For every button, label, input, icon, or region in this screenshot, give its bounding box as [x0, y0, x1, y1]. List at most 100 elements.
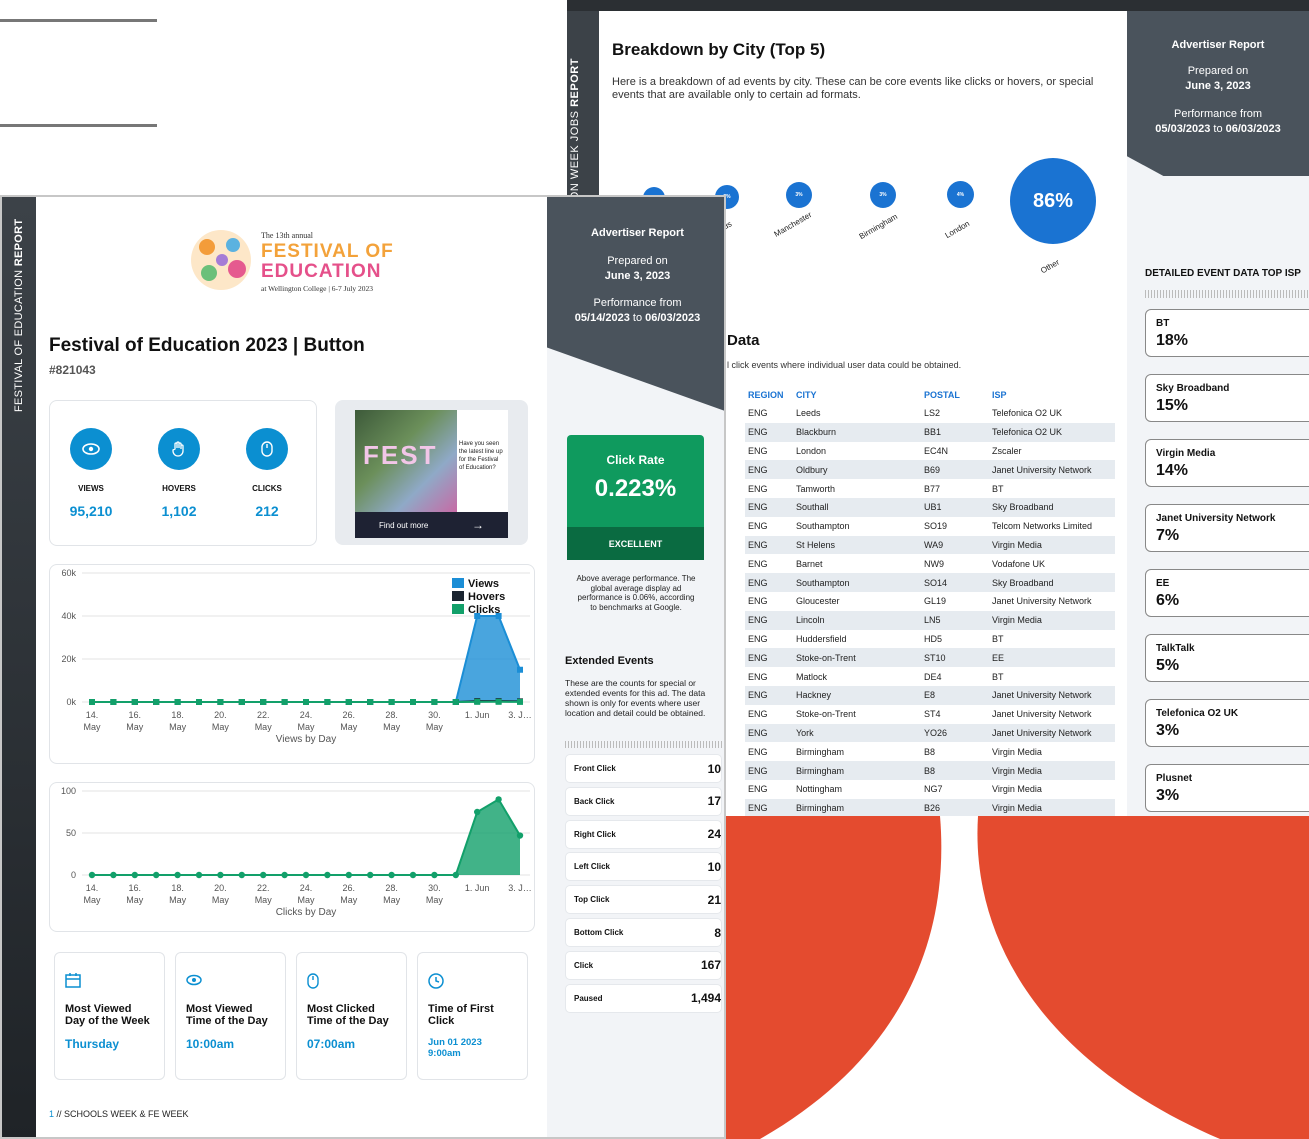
data-point [367, 699, 374, 705]
first-click-card: Time of First Click Jun 01 2023 9:00am [417, 952, 528, 1080]
isp-card: Telefonica O2 UK 3% [1145, 699, 1309, 747]
city-data-table: REGION CITY POSTAL ISP ENG Leeds LS2 Telefo… [745, 386, 1115, 816]
click-rate-note: Above average performance. The global av… [576, 574, 696, 612]
click-rate-rating: EXCELLENT [567, 527, 704, 560]
stat-hovers: HOVERS 1,102 [149, 428, 209, 519]
clicks-by-day-chart: 0 50 100 14. May 16. May 18. May 20. May 22. May 24. M… [61, 786, 532, 918]
stat-label: HOVERS [162, 484, 196, 493]
table-cell: BT [992, 633, 1004, 644]
x-tick-label: 14. [86, 883, 99, 893]
extended-event-row: Click 167 [565, 950, 722, 980]
event-count: 8 [714, 925, 721, 940]
front-report-page: FESTIVAL OF EDUCATION REPORT The 13th an… [0, 195, 726, 1139]
logo-line4: at Wellington College | 6-7 July 2023 [261, 284, 373, 293]
event-count: 10 [707, 859, 721, 874]
table-cell: HD5 [924, 633, 943, 644]
table-cell: Stoke-on-Trent [793, 648, 921, 668]
table-cell: Zscaler [992, 445, 1022, 456]
y-tick-label: 20k [61, 654, 76, 664]
data-point [495, 698, 502, 705]
table-cell: SO19 [924, 521, 948, 532]
y-tick-label: 40k [61, 611, 76, 621]
ad-side-text: Have you seen the latest line up for the… [459, 441, 503, 471]
table-cell: Southall [793, 497, 921, 517]
table-row: ENG Oldbury B69 Janet University Network [745, 460, 1115, 480]
mouse-icon [246, 428, 288, 470]
event-name: Left Click [574, 862, 611, 872]
data-point [110, 871, 117, 879]
ad-photo: FEST [355, 410, 457, 512]
table-row: ENG Blackburn BB1 Telefonica O2 UK [745, 422, 1115, 442]
isp-percentage: 5% [1156, 657, 1180, 674]
table-cell: Gloucester [796, 596, 840, 607]
mini-card-value: Thursday [65, 1037, 120, 1051]
event-count: 17 [707, 794, 721, 809]
data-point [303, 699, 309, 705]
table-cell: B8 [921, 761, 989, 780]
data-point [174, 699, 181, 705]
x-tick-label: May [297, 895, 315, 905]
table-cell: Southampton [793, 573, 921, 592]
data-point [388, 871, 395, 879]
table-cell: Birmingham [793, 761, 921, 780]
table-cell: Birmingham [796, 746, 845, 757]
table-cell: ST4 [924, 709, 941, 720]
table-cell: ENG [748, 483, 768, 494]
isp-card: Sky Broadband 15% [1145, 374, 1309, 422]
table-cell: EC4N [924, 445, 949, 456]
ad-creative: FEST Have you seen the latest line up fo… [355, 410, 508, 512]
data-point [281, 871, 288, 879]
front-side-strip: FESTIVAL OF EDUCATION REPORT [2, 197, 36, 1137]
data-point [324, 871, 331, 879]
extended-event-row: Front Click 10 [565, 754, 722, 783]
event-count: 10 [707, 761, 721, 776]
most-viewed-time-card: Most Viewed Time of the Day 10:00am [175, 952, 286, 1080]
table-cell: Blackburn [793, 422, 921, 442]
find-out-more-label: Find out more [379, 520, 429, 530]
isp-name: Virgin Media [1156, 448, 1216, 459]
table-row: ENG London EC4N Zscaler [745, 442, 1115, 461]
event-count: 24 [707, 827, 721, 842]
divider-line-bottom [0, 124, 157, 127]
table-cell: ENG [745, 761, 793, 780]
table-cell: E8 [921, 685, 989, 705]
data-point [131, 871, 138, 879]
x-axis-label: Clicks by Day [276, 907, 337, 918]
x-tick-label: 22. [257, 710, 270, 720]
table-cell: ENG [745, 422, 793, 442]
mini-card-label: Most Viewed Day of the Week [65, 1003, 150, 1027]
event-count: 1,494 [690, 991, 721, 1006]
table-cell: Vodafone UK [992, 558, 1046, 569]
event-name: Back Click [574, 796, 615, 806]
x-tick-label: 22. [257, 883, 270, 893]
isp-card: TalkTalk 5% [1145, 634, 1309, 682]
extended-hatch-divider [565, 741, 722, 748]
logo-line1: The 13th annual [261, 231, 313, 240]
x-tick-label: May [83, 895, 101, 905]
legend-label: Views [468, 578, 499, 590]
isp-card: Virgin Media 14% [1145, 439, 1309, 487]
x-tick-label: 28. [385, 710, 398, 720]
table-cell: B77 [924, 483, 941, 494]
city-bubble-label: Other [1039, 257, 1061, 276]
find-out-more-button[interactable]: Find out more → [355, 512, 508, 538]
x-tick-label: May [340, 722, 358, 732]
table-cell: ENG [745, 610, 793, 630]
table-cell: BT [992, 483, 1004, 494]
data-point [474, 698, 481, 705]
legend-swatch [452, 604, 464, 614]
data-point [196, 699, 202, 705]
event-name: Bottom Click [574, 928, 624, 937]
city-bubble-other: 86% [1010, 158, 1096, 244]
isp-percentage: 15% [1156, 397, 1189, 414]
back-advertiser-report: Advertiser Report Prepared on June 3, 202… [1127, 11, 1309, 176]
x-tick-label: 3. J… [508, 883, 532, 893]
column-header: CITY [796, 390, 817, 400]
data-point [217, 871, 224, 879]
column-header: POSTAL [924, 390, 960, 400]
x-tick-label: May [255, 722, 273, 732]
data-point [238, 871, 245, 879]
stat-views: VIEWS 95,210 [61, 428, 121, 519]
campaign-id: #821043 [49, 363, 96, 377]
table-row: ENG Stoke-on-Trent ST10 EE [745, 648, 1115, 668]
